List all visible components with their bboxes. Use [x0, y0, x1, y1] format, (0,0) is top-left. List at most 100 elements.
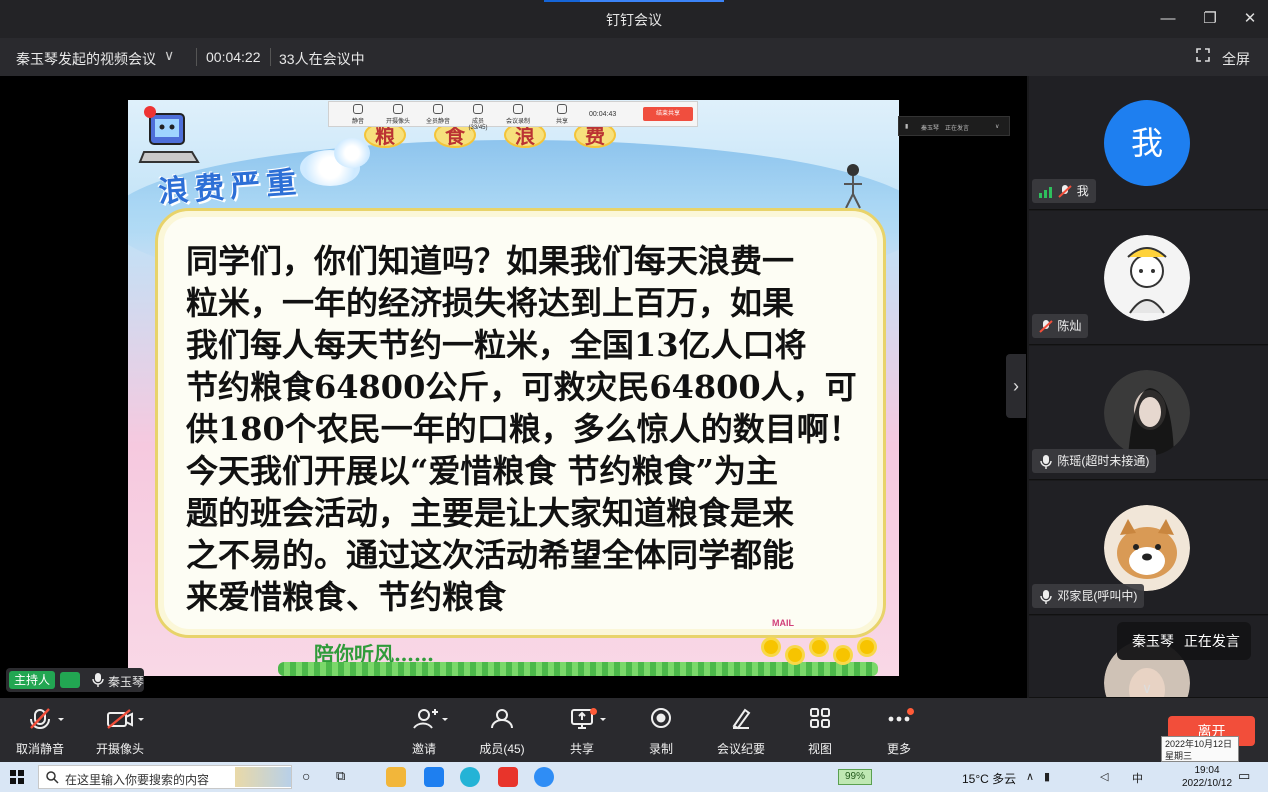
camera-off-icon [107, 709, 144, 729]
participant-name: 陈灿 [1057, 319, 1082, 333]
more-button[interactable]: 更多 [859, 706, 939, 757]
mini-camera-button: 开摄像头 [383, 104, 413, 125]
divider [270, 48, 271, 66]
speaker-name: 秦玉琴 [1132, 633, 1174, 649]
meeting-app-icon[interactable] [534, 767, 554, 787]
host-label: 主持人 秦玉琴 [6, 668, 144, 692]
camera-button[interactable]: 开摄像头 [80, 706, 160, 757]
date-tooltip: 2022年10月12日 星期三 [1161, 736, 1239, 762]
mic-muted-icon [1039, 319, 1053, 333]
fullscreen-icon[interactable] [1196, 48, 1210, 62]
notification-dot [907, 708, 914, 715]
meeting-info-bar: 秦玉琴发起的视频会议 ∨ 00:04:22 33人在会议中 全屏 [0, 38, 1268, 76]
participant-tile[interactable]: 陈灿 [1029, 211, 1268, 345]
chevron-up-icon[interactable]: ∧ [1026, 770, 1034, 783]
toolbar-label: 录制 [648, 742, 673, 756]
window-title: 钉钉会议 [606, 12, 662, 28]
meeting-name[interactable]: 秦玉琴发起的视频会议 [16, 49, 156, 69]
notification-icon[interactable]: ▭ [1238, 768, 1250, 784]
notification-dot [590, 708, 597, 715]
browser-icon[interactable] [460, 767, 480, 787]
task-view-icon[interactable]: ⧉ [336, 768, 345, 784]
sunflower-decoration [836, 648, 850, 662]
view-button[interactable]: 视图 [780, 706, 860, 757]
ime-indicator[interactable]: 中 [1132, 770, 1143, 786]
chevron-down-icon: ∨ [995, 124, 1000, 130]
participant-tile[interactable]: 我 我 [1029, 76, 1268, 210]
search-icon [46, 771, 59, 784]
windows-start-icon[interactable] [10, 770, 24, 784]
chevron-down-icon[interactable]: ∨ [1134, 680, 1160, 696]
cortana-icon[interactable]: ○ [302, 768, 310, 784]
sunflower-decoration [788, 648, 802, 662]
slide-line: 我们每人每天节约一粒米，全国13亿人口将 [186, 326, 807, 364]
file-explorer-icon[interactable] [386, 767, 406, 787]
chevron-down-icon[interactable]: ∨ [164, 47, 174, 64]
title-bar: 钉钉会议 — ❐ ✕ [0, 0, 1268, 38]
shared-meeting-toolbar: 静音 开摄像头 全员静音 成员(33/45) 会议录制 共享 00:04:43 … [328, 101, 698, 131]
members-button[interactable]: 成员(45) [462, 706, 542, 757]
stick-figure-decoration [844, 164, 862, 209]
participant-label: 邓家昆(呼叫中) [1032, 584, 1145, 608]
mini-record-button: 会议录制 [503, 104, 533, 125]
invite-button[interactable]: 邀请 [384, 706, 464, 757]
battery-indicator[interactable]: 99% [838, 769, 872, 785]
speaker-status: 正在发言 [1183, 633, 1240, 649]
participant-tile[interactable]: 邓家昆(呼叫中) [1029, 481, 1268, 615]
tooltip-weekday: 星期三 [1165, 751, 1193, 761]
toolbar-label: 邀请 [411, 742, 436, 756]
grid-view-icon [810, 708, 830, 728]
taskbar-clock[interactable]: 19:04 2022/10/12 [1178, 764, 1236, 790]
taskbar-search-box[interactable]: 在这里输入你要搜索的内容 [38, 765, 292, 789]
toolbar-label: 视图 [807, 742, 832, 756]
mini-mute-all-button: 全员静音 [423, 104, 453, 125]
restore-icon[interactable]: ❐ [1198, 8, 1222, 30]
os-taskbar: 在这里输入你要搜索的内容 ○ ⧉ 99% 15°C 多云 ∧ ▮ ◁ 中 19:… [0, 762, 1268, 792]
mini-speaker-indicator: ▮ 秦玉琴 正在发言 ∨ [898, 116, 1010, 136]
close-icon[interactable]: ✕ [1238, 8, 1262, 30]
clock-time: 19:04 [1194, 765, 1220, 776]
members-icon [491, 709, 513, 729]
record-button[interactable]: 录制 [621, 706, 701, 757]
mic-icon [1040, 454, 1052, 469]
screen-share-icon [60, 672, 80, 688]
minimize-icon[interactable]: — [1156, 8, 1180, 30]
participant-name: 邓家昆(呼叫中) [1057, 589, 1138, 603]
clock-date: 2022/10/12 [1181, 778, 1233, 789]
sunflower-decoration [812, 640, 826, 654]
mini-end-share-button: 结束共享 [643, 107, 693, 121]
mic-icon [1040, 589, 1052, 604]
slide-line: 今天我们开展以“爱惜粮食 节约粮食”为主 [186, 452, 778, 490]
mail-sticker: MAIL [772, 618, 794, 628]
share-button[interactable]: 共享 [542, 706, 622, 757]
participant-name: 我 [1076, 184, 1089, 198]
slide-line: 同学们，你们知道吗？如果我们每天浪费一 [186, 242, 795, 280]
sunflower-decoration [764, 640, 778, 654]
dingtalk-icon[interactable] [424, 767, 444, 787]
participant-tile[interactable]: 陈瑶(超时未接通) [1029, 346, 1268, 480]
chevron-right-icon[interactable]: › [1006, 354, 1026, 418]
toolbar-label: 开摄像头 [95, 742, 144, 756]
volume-icon[interactable]: ◁ [1100, 770, 1108, 783]
unmute-button[interactable]: 取消静音 [0, 706, 80, 757]
meeting-toolbar: 取消静音 开摄像头 邀请 成员(45) 共享 录制 会议纪要 视图 更多 [0, 698, 1268, 762]
slide-line: 来爱惜粮食、节约粮食 [186, 578, 507, 616]
record-icon [651, 708, 671, 728]
slide-line: 供180个农民一年的口粮，多么惊人的数目啊！ [186, 410, 861, 448]
toolbar-label: 取消静音 [15, 742, 64, 756]
notes-icon [732, 708, 751, 730]
slide-line: 之不易的。通过这次活动希望全体同学都能 [186, 536, 795, 574]
search-placeholder: 在这里输入你要搜索的内容 [65, 773, 210, 787]
share-screen-icon [571, 709, 606, 729]
participant-label: 陈瑶(超时未接通) [1032, 449, 1157, 473]
host-name: 秦玉琴 [108, 675, 145, 689]
mini-timer: 00:04:43 [589, 111, 617, 118]
wps-icon[interactable] [498, 767, 518, 787]
mic-tray-icon[interactable]: ▮ [1044, 770, 1050, 783]
meeting-notes-button[interactable]: 会议纪要 [701, 706, 781, 757]
fullscreen-button[interactable]: 全屏 [1222, 49, 1250, 69]
participant-label: 陈灿 [1032, 314, 1089, 338]
add-person-icon [413, 709, 448, 729]
mic-muted-icon [30, 708, 64, 729]
weather-widget[interactable]: 15°C 多云 [962, 770, 1016, 787]
